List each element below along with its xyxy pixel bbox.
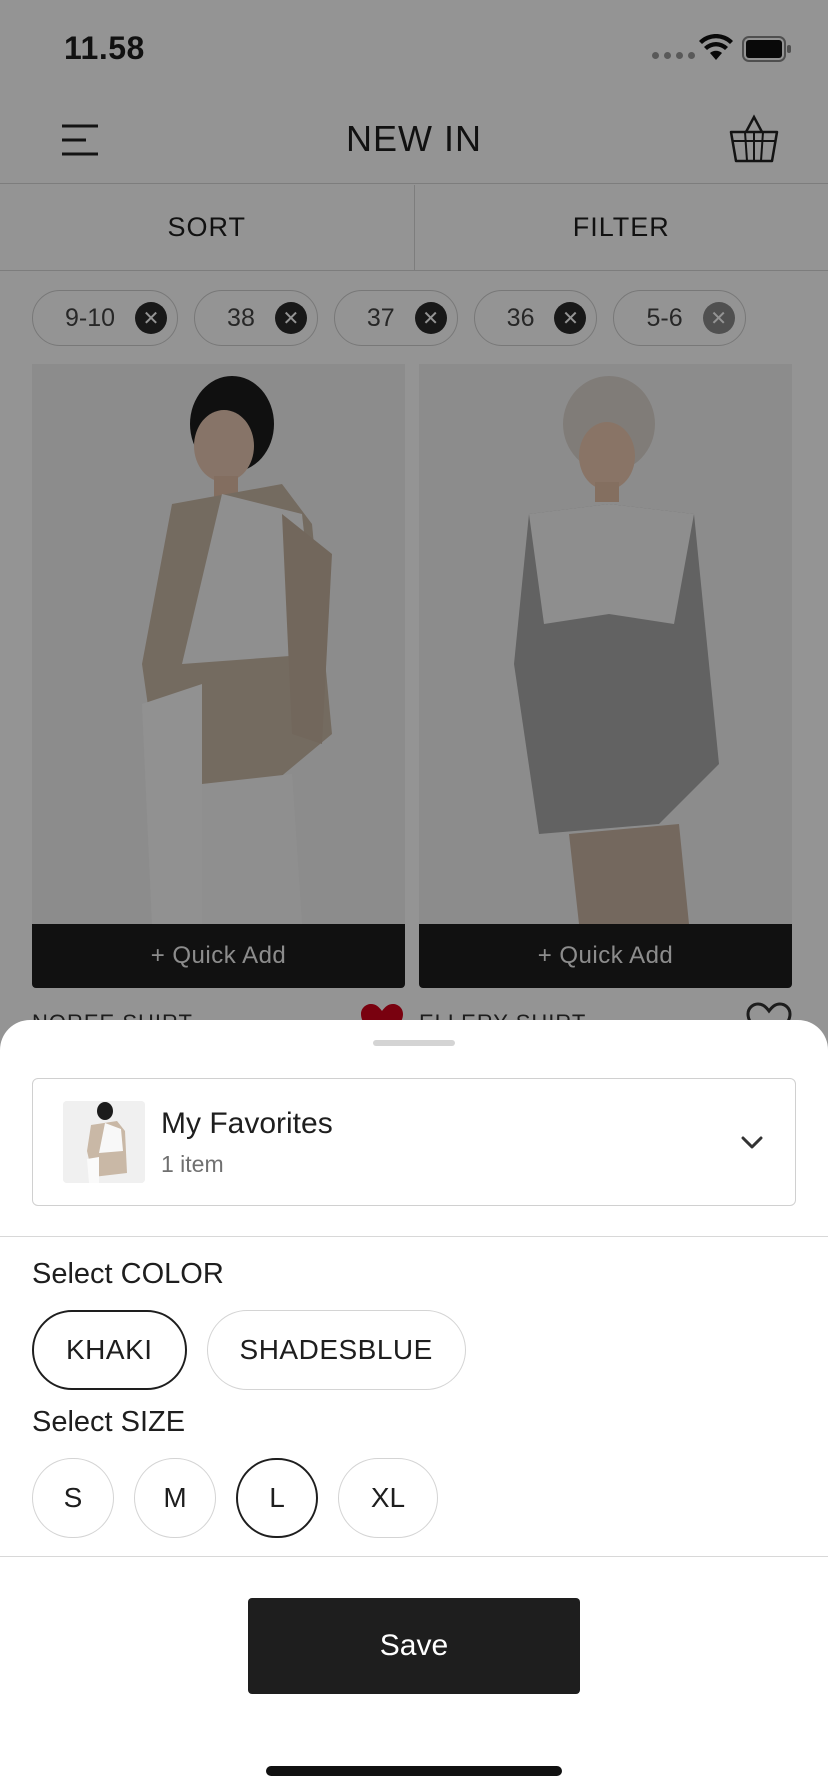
sheet-grabber[interactable] (373, 1040, 455, 1046)
collection-name: My Favorites (161, 1107, 333, 1140)
chevron-down-icon[interactable] (739, 1129, 765, 1155)
size-options: S M L XL (32, 1458, 438, 1538)
color-options: KHAKI SHADESBLUE (32, 1310, 466, 1390)
size-option-l[interactable]: L (236, 1458, 318, 1538)
collection-item-count: 1 item (161, 1151, 224, 1177)
home-indicator[interactable] (266, 1766, 562, 1776)
color-option-shadesblue[interactable]: SHADESBLUE (206, 1310, 466, 1390)
size-option-m[interactable]: M (134, 1458, 216, 1538)
product-thumbnail-image (63, 1101, 145, 1183)
color-option-khaki[interactable]: KHAKI (32, 1310, 187, 1390)
save-to-favorites-sheet: My Favorites 1 item Select COLOR KHAKI S… (0, 1020, 828, 1792)
collection-thumbnail (63, 1101, 145, 1183)
divider (0, 1236, 828, 1237)
size-option-s[interactable]: S (32, 1458, 114, 1538)
favorites-list-dropdown[interactable]: My Favorites 1 item (32, 1078, 796, 1206)
divider (0, 1556, 828, 1557)
select-color-label: Select COLOR (32, 1258, 224, 1290)
save-button[interactable]: Save (248, 1598, 580, 1694)
select-size-label: Select SIZE (32, 1406, 186, 1438)
size-option-xl[interactable]: XL (338, 1458, 438, 1538)
